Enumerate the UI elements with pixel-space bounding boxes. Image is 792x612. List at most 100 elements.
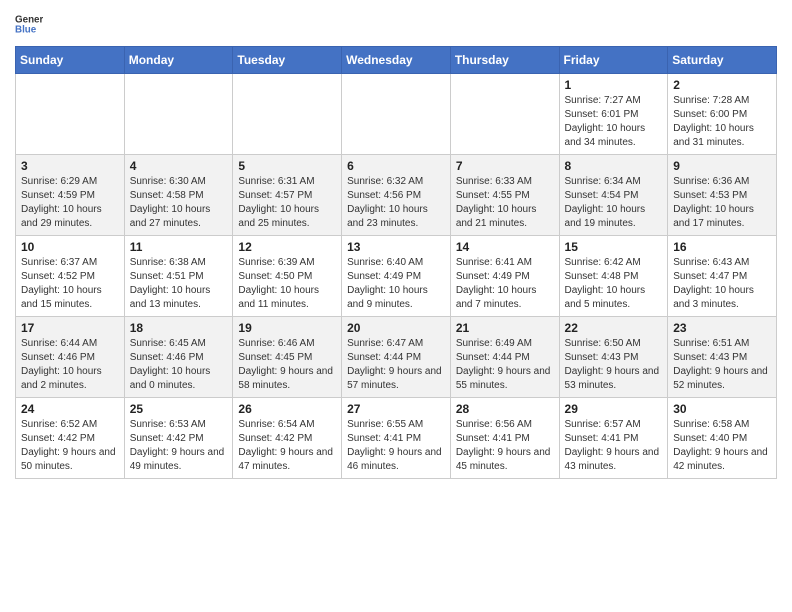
day-number: 3 — [21, 159, 119, 173]
calendar-cell: 29Sunrise: 6:57 AMSunset: 4:41 PMDayligh… — [559, 398, 668, 479]
calendar-cell — [233, 74, 342, 155]
calendar-week-3: 10Sunrise: 6:37 AMSunset: 4:52 PMDayligh… — [16, 236, 777, 317]
day-info: Sunrise: 6:31 AMSunset: 4:57 PMDaylight:… — [238, 175, 336, 231]
calendar-week-4: 17 Sunrise: 6:44 AMSunset: 4:46 PMDayligh… — [16, 317, 777, 398]
day-number: 11 — [130, 240, 228, 254]
day-number: 9 — [673, 159, 771, 173]
calendar-cell: 30 Sunrise: 6:58 AMSunset: 4:40 PMDayligh… — [668, 398, 777, 479]
calendar-cell — [124, 74, 233, 155]
day-number: 15 — [565, 240, 663, 254]
day-number: 16 — [673, 240, 771, 254]
calendar-cell: 5 Sunrise: 6:31 AMSunset: 4:57 PMDaylight… — [233, 155, 342, 236]
day-number: 6 — [347, 159, 445, 173]
day-info: Sunrise: 6:52 AMSunset: 4:42 PMDaylight:… — [21, 418, 119, 474]
day-info: Sunrise: 6:40 AMSunset: 4:49 PMDaylight:… — [347, 256, 445, 312]
calendar-cell: 27 Sunrise: 6:55 AMSunset: 4:41 PMDayligh… — [342, 398, 451, 479]
weekday-header-saturday: Saturday — [668, 47, 777, 74]
day-number: 27 — [347, 402, 445, 416]
day-number: 1 — [565, 78, 663, 92]
calendar-cell: 15Sunrise: 6:42 AMSunset: 4:48 PMDayligh… — [559, 236, 668, 317]
day-info: Sunrise: 6:36 AMSunset: 4:53 PMDaylight:… — [673, 175, 771, 231]
day-info: Sunrise: 6:38 AMSunset: 4:51 PMDaylight:… — [130, 256, 228, 312]
day-info: Sunrise: 6:39 AMSunset: 4:50 PMDaylight:… — [238, 256, 336, 312]
calendar-cell: 28 Sunrise: 6:56 AMSunset: 4:41 PMDayligh… — [450, 398, 559, 479]
calendar-cell: 22 Sunrise: 6:50 AMSunset: 4:43 PMDayligh… — [559, 317, 668, 398]
calendar-cell: 26Sunrise: 6:54 AMSunset: 4:42 PMDayligh… — [233, 398, 342, 479]
day-info: Sunrise: 6:49 AMSunset: 4:44 PMDaylight:… — [456, 337, 554, 393]
calendar-cell: 14 Sunrise: 6:41 AMSunset: 4:49 PMDayligh… — [450, 236, 559, 317]
calendar-table: SundayMondayTuesdayWednesdayThursdayFrid… — [15, 46, 777, 479]
page-header: General Blue — [15, 10, 777, 38]
calendar-cell: 21 Sunrise: 6:49 AMSunset: 4:44 PMDayligh… — [450, 317, 559, 398]
day-number: 28 — [456, 402, 554, 416]
calendar-cell: 17 Sunrise: 6:44 AMSunset: 4:46 PMDayligh… — [16, 317, 125, 398]
day-info: Sunrise: 6:55 AMSunset: 4:41 PMDaylight:… — [347, 418, 445, 474]
day-number: 25 — [130, 402, 228, 416]
day-number: 7 — [456, 159, 554, 173]
calendar-cell: 16 Sunrise: 6:43 AMSunset: 4:47 PMDayligh… — [668, 236, 777, 317]
day-info: Sunrise: 6:43 AMSunset: 4:47 PMDaylight:… — [673, 256, 771, 312]
calendar-week-5: 24 Sunrise: 6:52 AMSunset: 4:42 PMDayligh… — [16, 398, 777, 479]
calendar-cell: 23 Sunrise: 6:51 AMSunset: 4:43 PMDayligh… — [668, 317, 777, 398]
calendar-cell: 24 Sunrise: 6:52 AMSunset: 4:42 PMDayligh… — [16, 398, 125, 479]
logo: General Blue — [15, 10, 47, 38]
day-info: Sunrise: 7:28 AMSunset: 6:00 PMDaylight:… — [673, 94, 771, 150]
day-number: 30 — [673, 402, 771, 416]
calendar-cell: 20Sunrise: 6:47 AMSunset: 4:44 PMDayligh… — [342, 317, 451, 398]
weekday-header-tuesday: Tuesday — [233, 47, 342, 74]
day-info: Sunrise: 6:32 AMSunset: 4:56 PMDaylight:… — [347, 175, 445, 231]
calendar-cell: 13 Sunrise: 6:40 AMSunset: 4:49 PMDayligh… — [342, 236, 451, 317]
day-info: Sunrise: 6:41 AMSunset: 4:49 PMDaylight:… — [456, 256, 554, 312]
day-number: 14 — [456, 240, 554, 254]
day-info: Sunrise: 6:46 AMSunset: 4:45 PMDaylight:… — [238, 337, 336, 393]
svg-text:Blue: Blue — [15, 24, 37, 35]
calendar-cell: 25Sunrise: 6:53 AMSunset: 4:42 PMDayligh… — [124, 398, 233, 479]
day-info: Sunrise: 6:56 AMSunset: 4:41 PMDaylight:… — [456, 418, 554, 474]
calendar-cell: 3 Sunrise: 6:29 AMSunset: 4:59 PMDaylight… — [16, 155, 125, 236]
calendar-cell: 7 Sunrise: 6:33 AMSunset: 4:55 PMDaylight… — [450, 155, 559, 236]
day-number: 20 — [347, 321, 445, 335]
day-info: Sunrise: 6:57 AMSunset: 4:41 PMDaylight:… — [565, 418, 663, 474]
calendar-cell: 10Sunrise: 6:37 AMSunset: 4:52 PMDayligh… — [16, 236, 125, 317]
day-number: 19 — [238, 321, 336, 335]
calendar-week-1: 1 Sunrise: 7:27 AMSunset: 6:01 PMDaylight… — [16, 74, 777, 155]
day-number: 2 — [673, 78, 771, 92]
calendar-cell: 6 Sunrise: 6:32 AMSunset: 4:56 PMDaylight… — [342, 155, 451, 236]
day-number: 4 — [130, 159, 228, 173]
calendar-cell: 11 Sunrise: 6:38 AMSunset: 4:51 PMDayligh… — [124, 236, 233, 317]
day-number: 22 — [565, 321, 663, 335]
calendar-header-row: SundayMondayTuesdayWednesdayThursdayFrid… — [16, 47, 777, 74]
day-number: 8 — [565, 159, 663, 173]
calendar-cell — [16, 74, 125, 155]
day-info: Sunrise: 7:27 AMSunset: 6:01 PMDaylight:… — [565, 94, 663, 150]
weekday-header-sunday: Sunday — [16, 47, 125, 74]
day-info: Sunrise: 6:30 AMSunset: 4:58 PMDaylight:… — [130, 175, 228, 231]
weekday-header-monday: Monday — [124, 47, 233, 74]
day-number: 21 — [456, 321, 554, 335]
day-number: 23 — [673, 321, 771, 335]
calendar-cell: 9 Sunrise: 6:36 AMSunset: 4:53 PMDaylight… — [668, 155, 777, 236]
calendar-cell: 8 Sunrise: 6:34 AMSunset: 4:54 PMDaylight… — [559, 155, 668, 236]
day-number: 26 — [238, 402, 336, 416]
day-number: 10 — [21, 240, 119, 254]
day-number: 5 — [238, 159, 336, 173]
day-info: Sunrise: 6:51 AMSunset: 4:43 PMDaylight:… — [673, 337, 771, 393]
calendar-cell: 18Sunrise: 6:45 AMSunset: 4:46 PMDayligh… — [124, 317, 233, 398]
day-number: 17 — [21, 321, 119, 335]
day-info: Sunrise: 6:44 AMSunset: 4:46 PMDaylight:… — [21, 337, 119, 393]
weekday-header-thursday: Thursday — [450, 47, 559, 74]
day-info: Sunrise: 6:45 AMSunset: 4:46 PMDaylight:… — [130, 337, 228, 393]
calendar-week-2: 3 Sunrise: 6:29 AMSunset: 4:59 PMDaylight… — [16, 155, 777, 236]
calendar-cell: 2 Sunrise: 7:28 AMSunset: 6:00 PMDaylight… — [668, 74, 777, 155]
calendar-cell: 1 Sunrise: 7:27 AMSunset: 6:01 PMDaylight… — [559, 74, 668, 155]
day-info: Sunrise: 6:58 AMSunset: 4:40 PMDaylight:… — [673, 418, 771, 474]
day-info: Sunrise: 6:50 AMSunset: 4:43 PMDaylight:… — [565, 337, 663, 393]
day-info: Sunrise: 6:29 AMSunset: 4:59 PMDaylight:… — [21, 175, 119, 231]
logo-icon: General Blue — [15, 10, 43, 38]
day-number: 24 — [21, 402, 119, 416]
calendar-cell: 19 Sunrise: 6:46 AMSunset: 4:45 PMDayligh… — [233, 317, 342, 398]
day-info: Sunrise: 6:34 AMSunset: 4:54 PMDaylight:… — [565, 175, 663, 231]
day-info: Sunrise: 6:33 AMSunset: 4:55 PMDaylight:… — [456, 175, 554, 231]
day-number: 13 — [347, 240, 445, 254]
calendar-cell — [450, 74, 559, 155]
